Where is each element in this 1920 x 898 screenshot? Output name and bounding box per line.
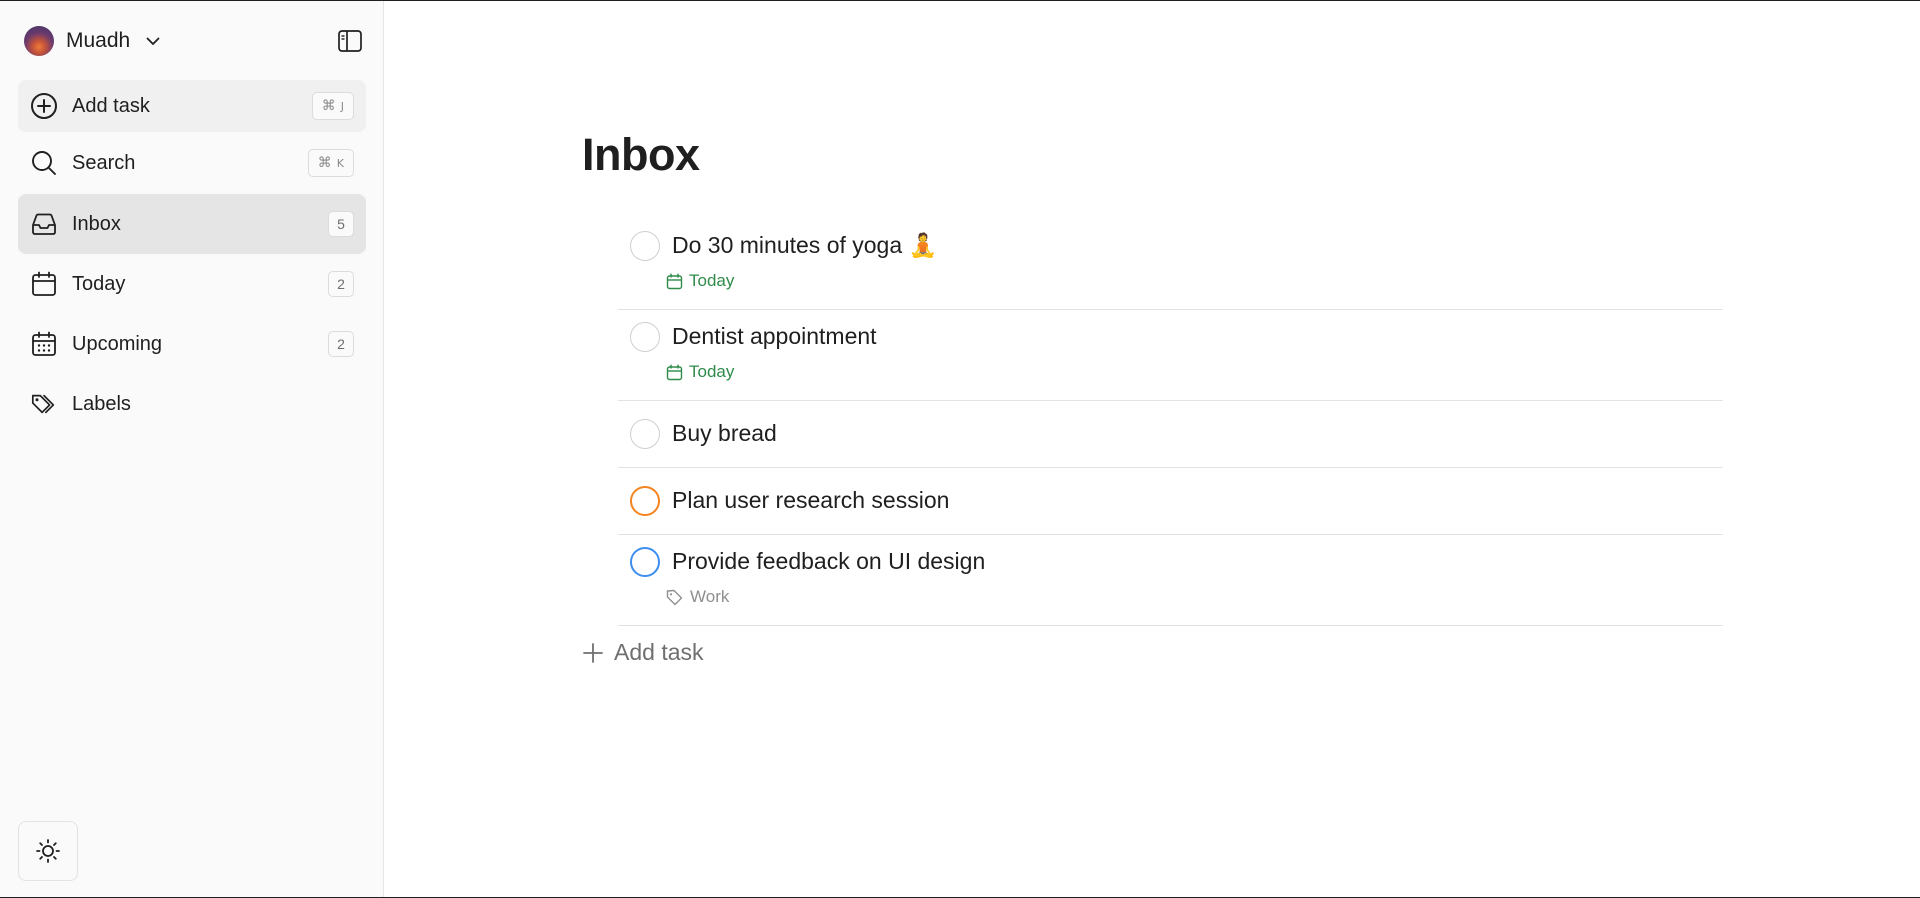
tags-icon <box>30 390 58 418</box>
task-checkbox[interactable] <box>630 231 660 261</box>
shortcut-key: J <box>340 99 344 113</box>
task-title[interactable]: Dentist appointment <box>672 323 877 350</box>
sidebar-item-label: Today <box>72 272 126 295</box>
today-count-badge: 2 <box>328 271 354 297</box>
plus-icon <box>583 642 603 663</box>
sidebar-item-label: Inbox <box>72 212 121 235</box>
task-checkbox[interactable] <box>630 322 660 352</box>
sidebar-item-labels[interactable]: Labels <box>18 377 366 431</box>
sidebar-item-label: Upcoming <box>72 332 163 355</box>
theme-toggle-button[interactable] <box>18 821 78 881</box>
avatar <box>24 26 54 56</box>
plus-circle-icon <box>30 92 58 120</box>
search-label: Search <box>72 151 136 174</box>
task-row[interactable]: Provide feedback on UI design Work <box>618 535 1723 626</box>
task-list: Do 30 minutes of yoga 🧘 Today Dentist ap… <box>618 219 1723 626</box>
sidebar-toggle-button[interactable] <box>336 27 364 55</box>
task-due-date[interactable]: Today <box>666 362 734 382</box>
task-title[interactable]: Plan user research session <box>672 487 949 514</box>
task-row[interactable]: Buy bread <box>618 401 1723 468</box>
sidebar: Muadh Add task ⌘ J Search ⌘ K Inbox 5 To… <box>0 1 384 897</box>
calendar-grid-icon <box>30 330 58 358</box>
inbox-icon <box>30 210 58 238</box>
calendar-icon <box>666 273 683 289</box>
app-window: Muadh Add task ⌘ J Search ⌘ K Inbox 5 To… <box>0 0 1920 898</box>
sun-icon <box>36 839 60 863</box>
main-content: Inbox Do 30 minutes of yoga 🧘 Today Dent… <box>385 1 1920 897</box>
task-title[interactable]: Do 30 minutes of yoga 🧘 <box>672 232 937 259</box>
add-task-button[interactable]: Add task ⌘ J <box>18 80 366 132</box>
task-title[interactable]: Provide feedback on UI design <box>672 548 985 575</box>
search-shortcut: ⌘ K <box>307 149 354 177</box>
due-date-label: Today <box>689 362 735 381</box>
task-checkbox[interactable] <box>630 419 660 449</box>
sidebar-item-today[interactable]: Today 2 <box>18 257 366 311</box>
task-label[interactable]: Work <box>666 587 729 607</box>
task-checkbox-priority-blue[interactable] <box>630 547 660 577</box>
task-title[interactable]: Buy bread <box>672 420 777 447</box>
task-due-date[interactable]: Today <box>666 271 734 291</box>
add-task-inline-button[interactable]: Add task <box>582 639 704 666</box>
task-label-text: Work <box>690 587 730 606</box>
task-checkbox-priority-orange[interactable] <box>630 486 660 516</box>
sidebar-toggle-icon <box>338 30 362 52</box>
task-row[interactable]: Plan user research session <box>618 468 1723 535</box>
search-button[interactable]: Search ⌘ K <box>18 137 366 189</box>
add-task-inline-label: Add task <box>614 639 704 665</box>
add-task-shortcut: ⌘ J <box>311 92 354 120</box>
calendar-icon <box>666 364 683 380</box>
search-icon <box>30 149 58 177</box>
command-key-icon: ⌘ <box>321 98 336 114</box>
add-task-label: Add task <box>72 94 150 117</box>
calendar-icon <box>30 270 58 298</box>
inbox-count-badge: 5 <box>328 211 354 237</box>
account-switcher[interactable]: Muadh <box>24 25 162 57</box>
due-date-label: Today <box>689 271 735 290</box>
task-row[interactable]: Dentist appointment Today <box>618 310 1723 401</box>
account-name: Muadh <box>66 29 131 52</box>
sidebar-item-label: Labels <box>72 392 131 415</box>
command-key-icon: ⌘ <box>317 155 332 171</box>
tag-icon <box>666 589 683 605</box>
upcoming-count-badge: 2 <box>328 331 354 357</box>
shortcut-key: K <box>336 156 344 170</box>
sidebar-item-upcoming[interactable]: Upcoming 2 <box>18 317 366 371</box>
task-row[interactable]: Do 30 minutes of yoga 🧘 Today <box>618 219 1723 310</box>
sidebar-item-inbox[interactable]: Inbox 5 <box>18 194 366 254</box>
page-title: Inbox <box>582 129 700 180</box>
chevron-down-icon <box>144 32 162 50</box>
